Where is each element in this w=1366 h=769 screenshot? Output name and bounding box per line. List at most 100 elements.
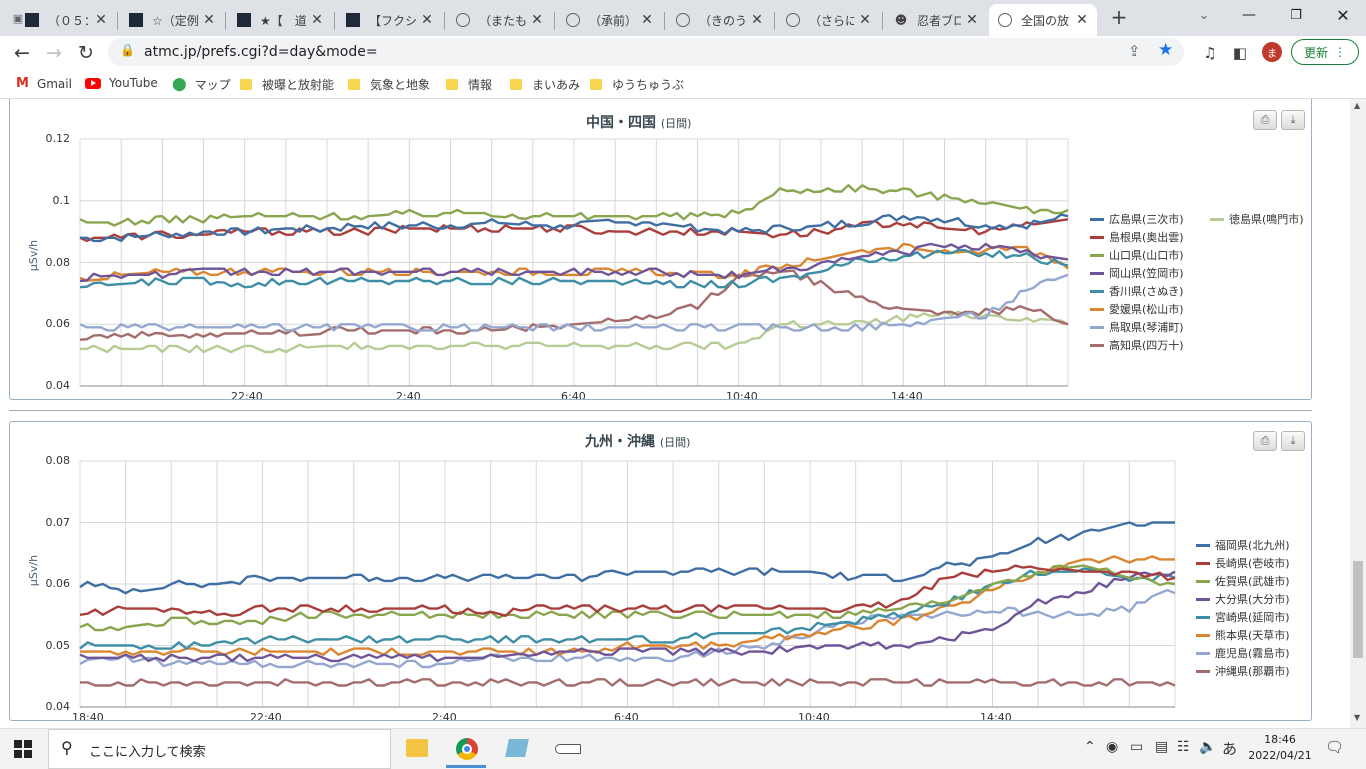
new-tab-icon[interactable]: +: [1105, 3, 1133, 31]
volume-icon[interactable]: 🔈: [1199, 739, 1216, 755]
bookmark-folder-1[interactable]: 被曝と放射能: [240, 76, 334, 93]
bookmark-maps[interactable]: ⬤ マップ: [172, 76, 231, 93]
forward-icon[interactable]: →: [40, 39, 68, 67]
lock-icon: 🔒: [120, 43, 135, 57]
site-dark-icon: [24, 12, 40, 28]
bookmark-gmail[interactable]: M Gmail: [16, 76, 72, 91]
page-scrollbar[interactable]: ▲ ▼: [1350, 99, 1366, 728]
tab-4[interactable]: 【フクシマ✕: [337, 4, 442, 36]
tab-list-chevron-icon[interactable]: ⌄: [1190, 1, 1218, 29]
tab-separator: [225, 12, 226, 30]
avatar[interactable]: ま: [1262, 42, 1282, 62]
tab-separator: [117, 12, 118, 30]
bookmark-folder-5[interactable]: ゆうちゅうぶ: [590, 76, 684, 93]
network-app-icon[interactable]: ◉: [1106, 739, 1118, 755]
windows-start-icon[interactable]: [14, 740, 32, 758]
close-window-icon[interactable]: ✕: [1329, 1, 1357, 29]
scroll-down-icon[interactable]: ▼: [1354, 713, 1360, 722]
url-text: atmc.jp/prefs.cgi?d=day&mode=: [144, 44, 378, 60]
tab-9[interactable]: ☻ 忍者ブロ ✕: [885, 4, 987, 36]
train-app-icon[interactable]: [555, 744, 581, 754]
folder-icon: [590, 79, 602, 90]
tab-2[interactable]: ☆（定例 ✕: [120, 4, 224, 36]
close-icon[interactable]: ✕: [530, 12, 544, 28]
close-icon[interactable]: ✕: [94, 12, 108, 28]
media-control-icon[interactable]: ♫: [1196, 39, 1224, 67]
folder-icon: [240, 79, 252, 90]
minimize-icon[interactable]: —: [1235, 1, 1263, 29]
chrome-icon[interactable]: [456, 738, 478, 760]
tab-3[interactable]: ★【 道 ✕: [228, 4, 332, 36]
ime-indicator[interactable]: あ: [1222, 738, 1237, 759]
chart-panel-kyushu-okinawa: 九州・沖縄 (日間) ⎙ ⤓ μSv/h 0.08 0.07 0.06 0.05 0.0…: [9, 421, 1312, 721]
close-icon[interactable]: ✕: [640, 12, 654, 28]
bookmark-youtube[interactable]: YouTube: [85, 76, 158, 90]
site-dark-icon: [128, 12, 144, 28]
side-panel-icon[interactable]: ◧: [1226, 39, 1254, 67]
tab-separator: [444, 12, 445, 30]
close-icon[interactable]: ✕: [1075, 12, 1089, 28]
tab-separator: [334, 12, 335, 30]
bookmark-folder-4[interactable]: まいあみ: [510, 76, 580, 93]
maps-icon: ⬤: [172, 77, 187, 92]
share-icon[interactable]: ⇪: [1128, 42, 1141, 60]
tablet-app-icon[interactable]: [505, 739, 529, 757]
close-icon[interactable]: ✕: [310, 12, 324, 28]
bookmark-star-icon[interactable]: ★: [1158, 40, 1173, 60]
globe-icon: [785, 12, 801, 28]
globe-icon: [675, 12, 691, 28]
update-button[interactable]: 更新 ⋮: [1291, 39, 1359, 65]
bookmark-folder-2[interactable]: 気象と地象: [348, 76, 430, 93]
clock[interactable]: 18:46 2022/04/21: [1247, 732, 1313, 764]
reload-icon[interactable]: ↻: [72, 39, 100, 67]
chart-plot-chugoku-shikoku: [79, 138, 1069, 387]
close-icon[interactable]: ✕: [420, 12, 434, 28]
tab-separator: [774, 12, 775, 30]
tab-separator: [554, 12, 555, 30]
taskbar-search[interactable]: ⚲ ここに入力して検索: [48, 729, 391, 769]
site-dark-icon: [345, 12, 361, 28]
folder-icon: [510, 79, 522, 90]
bookmarks-bar: M Gmail YouTube ⬤ マップ 被曝と放射能 気象と地象 情報 まいあみ…: [0, 70, 1366, 99]
tab-active[interactable]: 全国の放 ✕: [989, 4, 1097, 36]
show-hidden-icons[interactable]: ⌃: [1084, 739, 1096, 755]
notification-icon[interactable]: 🗨: [1325, 738, 1344, 756]
address-bar[interactable]: 🔒 atmc.jp/prefs.cgi?d=day&mode= ⇪ ★: [108, 38, 1184, 66]
chart-plot-kyushu-okinawa: [79, 460, 1176, 708]
close-icon[interactable]: ✕: [965, 12, 979, 28]
site-dark-icon: [236, 12, 252, 28]
tab-6[interactable]: （承前） ✕: [557, 4, 662, 36]
globe-icon: [565, 12, 581, 28]
folder-icon: [348, 79, 360, 90]
tab-5[interactable]: （またも ✕: [447, 4, 552, 36]
close-icon[interactable]: ✕: [858, 12, 872, 28]
tray-app-icon[interactable]: ▭: [1130, 739, 1143, 755]
scrollbar-thumb[interactable]: [1353, 561, 1363, 658]
page-content: 中国・四国 (日間) ⎙ ⤓ μSv/h 0.12 0.1 0.08 0.06 0.04…: [0, 99, 1350, 728]
wifi-icon[interactable]: ☷: [1177, 739, 1190, 755]
restore-icon[interactable]: ❐: [1282, 1, 1310, 29]
tab-1[interactable]: （０５：✕: [16, 4, 116, 36]
back-icon[interactable]: ←: [8, 39, 36, 67]
close-icon[interactable]: ✕: [750, 12, 764, 28]
folder-icon: [446, 79, 458, 90]
tab-separator: [664, 12, 665, 30]
more-vert-icon: ⋮: [1334, 45, 1346, 59]
youtube-icon: [85, 77, 101, 89]
bookmark-folder-3[interactable]: 情報: [446, 76, 492, 93]
ninja-icon: ☻: [894, 13, 908, 27]
file-explorer-icon[interactable]: [406, 739, 428, 757]
tab-separator: [882, 12, 883, 30]
tab-8[interactable]: （さらに ✕: [777, 4, 880, 36]
gmail-icon: M: [16, 76, 29, 91]
globe-icon: [997, 12, 1013, 28]
section-divider: [9, 410, 1312, 411]
tab-strip: ▣ （０５：✕ ☆（定例✕ ★【 道✕ 【フクシマ✕ （またも✕ （承前）✕ （…: [0, 0, 1366, 36]
search-icon: ⚲: [61, 738, 73, 757]
tray-app2-icon[interactable]: ▤: [1155, 739, 1168, 755]
close-icon[interactable]: ✕: [202, 12, 216, 28]
tab-7[interactable]: （きのう ✕: [667, 4, 772, 36]
scroll-up-icon[interactable]: ▲: [1354, 101, 1360, 110]
taskbar: ⚲ ここに入力して検索 ⌃ ◉ ▭ ▤ ☷ 🔈 あ 18:46 2022/04/…: [0, 728, 1366, 769]
chart-panel-chugoku-shikoku: 中国・四国 (日間) ⎙ ⤓ μSv/h 0.12 0.1 0.08 0.06 0.04…: [9, 99, 1312, 400]
